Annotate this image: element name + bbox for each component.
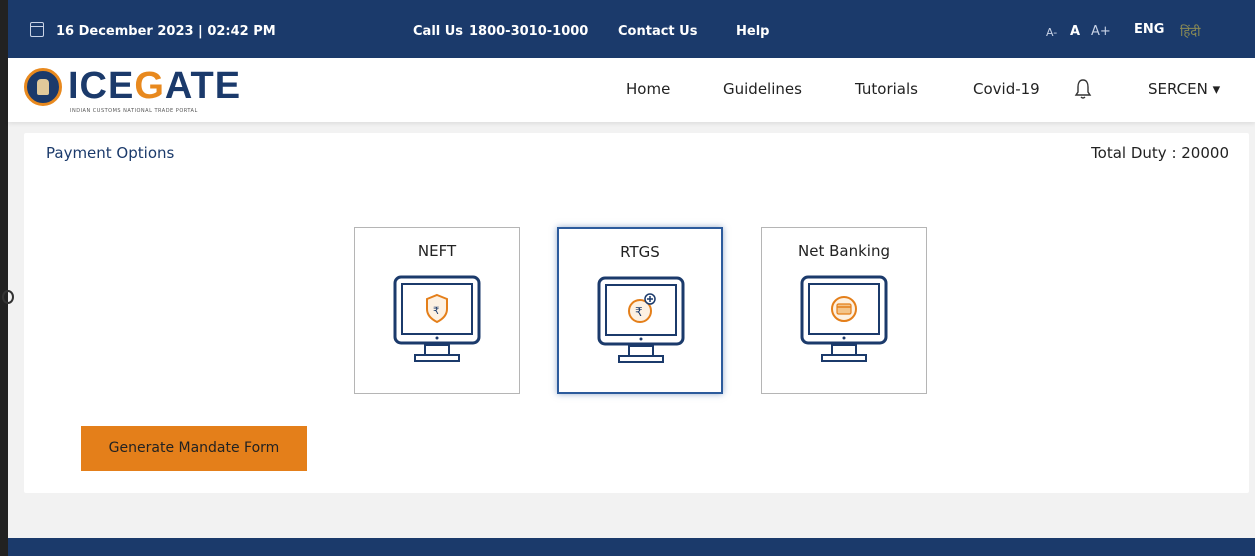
- logo-text: ICEGATE: [68, 65, 242, 107]
- nav-guidelines[interactable]: Guidelines: [723, 80, 802, 98]
- top-bar: 16 December 2023 | 02:42 PM Call Us 1800…: [8, 0, 1255, 58]
- call-us-label: Call Us: [413, 24, 464, 39]
- lang-hindi-button[interactable]: हिंदी: [1180, 22, 1201, 40]
- option-neft[interactable]: NEFT ₹: [354, 227, 520, 394]
- lang-eng-button[interactable]: ENG: [1134, 22, 1164, 37]
- footer-bar: [8, 538, 1255, 556]
- rupee-coin-monitor-icon: ₹: [597, 276, 685, 363]
- page-title: Payment Options: [46, 144, 175, 162]
- option-net-banking-label: Net Banking: [798, 242, 890, 260]
- help-link[interactable]: Help: [736, 24, 769, 39]
- option-rtgs-label: RTGS: [620, 243, 660, 261]
- font-normal-button[interactable]: A: [1070, 24, 1080, 39]
- main-navbar: ICEGATE INDIAN CUSTOMS NATIONAL TRADE PO…: [8, 58, 1255, 122]
- nav-home[interactable]: Home: [626, 80, 670, 98]
- bell-icon[interactable]: [1074, 78, 1092, 100]
- icegate-logo[interactable]: ICEGATE INDIAN CUSTOMS NATIONAL TRADE PO…: [24, 62, 240, 118]
- font-increase-button[interactable]: A+: [1091, 24, 1111, 39]
- payment-card: Payment Options Total Duty : 20000 NEFT …: [24, 133, 1249, 493]
- edge-handle-icon: [2, 290, 14, 304]
- call-us-number[interactable]: 1800-3010-1000: [469, 24, 588, 39]
- svg-text:₹: ₹: [635, 305, 643, 319]
- date-time: 16 December 2023 | 02:42 PM: [56, 24, 276, 39]
- logo-subtitle: INDIAN CUSTOMS NATIONAL TRADE PORTAL: [70, 108, 198, 114]
- option-net-banking[interactable]: Net Banking: [761, 227, 927, 394]
- option-neft-label: NEFT: [417, 242, 457, 260]
- emblem-icon: [24, 68, 62, 106]
- total-duty: Total Duty : 20000: [1091, 144, 1229, 162]
- nav-covid[interactable]: Covid-19: [973, 80, 1040, 98]
- nav-tutorials[interactable]: Tutorials: [855, 80, 918, 98]
- calendar-icon: [30, 22, 44, 37]
- shield-rupee-monitor-icon: ₹: [393, 275, 481, 362]
- option-rtgs[interactable]: RTGS ₹: [557, 227, 723, 394]
- card-monitor-icon: [800, 275, 888, 362]
- svg-text:₹: ₹: [433, 306, 439, 317]
- contact-us-link[interactable]: Contact Us: [618, 24, 697, 39]
- user-menu[interactable]: SERCEN ▾: [1148, 80, 1220, 98]
- generate-mandate-form-button[interactable]: Generate Mandate Form: [81, 426, 307, 471]
- font-decrease-button[interactable]: A-: [1046, 26, 1057, 39]
